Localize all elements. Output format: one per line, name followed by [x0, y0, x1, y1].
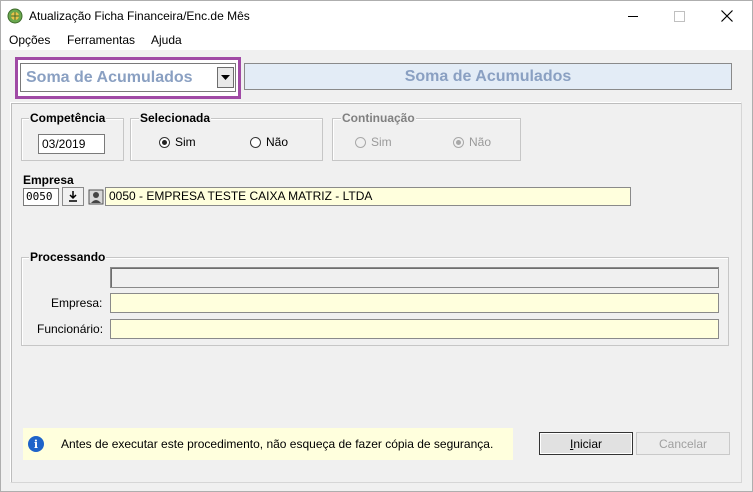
minimize-icon: [627, 15, 638, 17]
mode-select[interactable]: Soma de Acumulados: [20, 63, 236, 92]
app-globe-icon: [7, 8, 23, 24]
title-bar: Atualização Ficha Financeira/Enc.de Mês: [1, 1, 752, 31]
menu-bar: Opções Ferramentas Ajuda: [1, 31, 752, 50]
selecionada-nao-label: Não: [266, 135, 289, 149]
close-icon: [721, 10, 733, 22]
search-person-icon: [88, 189, 104, 204]
empresa-name-field: 0050 - EMPRESA TESTE CAIXA MATRIZ - LTDA: [105, 187, 631, 206]
processing-progress-bar: [110, 267, 719, 288]
empresa-label: Empresa: [23, 173, 74, 187]
banner-title: Soma de Acumulados: [244, 63, 732, 90]
download-arrow-icon: [69, 191, 77, 202]
backup-warning-text: Antes de executar este procedimento, não…: [61, 437, 494, 451]
info-icon: i: [28, 436, 44, 452]
iniciar-button-label: Iniciar: [569, 436, 603, 451]
radio-checked-icon: [453, 136, 464, 148]
radio-unchecked-icon: [250, 136, 261, 148]
selecionada-sim-radio[interactable]: Sim: [159, 135, 196, 149]
menu-ajuda[interactable]: Ajuda: [151, 33, 182, 47]
menu-opcoes[interactable]: Opções: [9, 33, 50, 47]
continuacao-sim-label: Sim: [371, 135, 392, 149]
dropdown-arrow-icon: [221, 74, 230, 80]
mode-select-dropdown-button[interactable]: [217, 67, 234, 88]
maximize-button[interactable]: [656, 1, 702, 31]
close-button[interactable]: [704, 1, 750, 31]
processando-empresa-field: [110, 293, 719, 313]
iniciar-button[interactable]: Iniciar: [539, 432, 633, 455]
radio-unchecked-icon: [355, 136, 366, 148]
cancelar-button[interactable]: Cancelar: [636, 432, 730, 455]
processando-label: Processando: [29, 250, 107, 264]
continuacao-nao-label: Não: [469, 135, 492, 149]
competencia-label: Competência: [29, 111, 107, 125]
maximize-icon: [673, 10, 685, 22]
selecionada-label: Selecionada: [139, 111, 212, 125]
selecionada-sim-label: Sim: [175, 135, 196, 149]
window-title: Atualização Ficha Financeira/Enc.de Mês: [29, 9, 250, 23]
main-window: Atualização Ficha Financeira/Enc.de Mês …: [0, 0, 753, 492]
minimize-button[interactable]: [610, 1, 656, 31]
processando-funcionario-field: [110, 319, 719, 339]
continuacao-nao-radio[interactable]: Não: [453, 135, 491, 149]
processando-empresa-label: Empresa:: [51, 296, 103, 310]
cancelar-button-label: Cancelar: [658, 436, 708, 451]
competencia-input[interactable]: 03/2019: [38, 134, 105, 154]
radio-checked-icon: [159, 136, 170, 148]
backup-warning: i Antes de executar este procedimento, n…: [23, 428, 513, 460]
continuacao-label: Continuação: [341, 111, 416, 125]
continuacao-sim-radio[interactable]: Sim: [355, 135, 392, 149]
selecionada-nao-radio[interactable]: Não: [250, 135, 288, 149]
menu-ferramentas[interactable]: Ferramentas: [67, 33, 135, 47]
empresa-download-button[interactable]: [62, 187, 84, 206]
empresa-code-input[interactable]: 0050: [23, 188, 59, 206]
empresa-search-button[interactable]: [87, 187, 105, 206]
processando-funcionario-label: Funcionário:: [37, 322, 104, 336]
mode-select-value: Soma de Acumulados: [26, 69, 193, 86]
